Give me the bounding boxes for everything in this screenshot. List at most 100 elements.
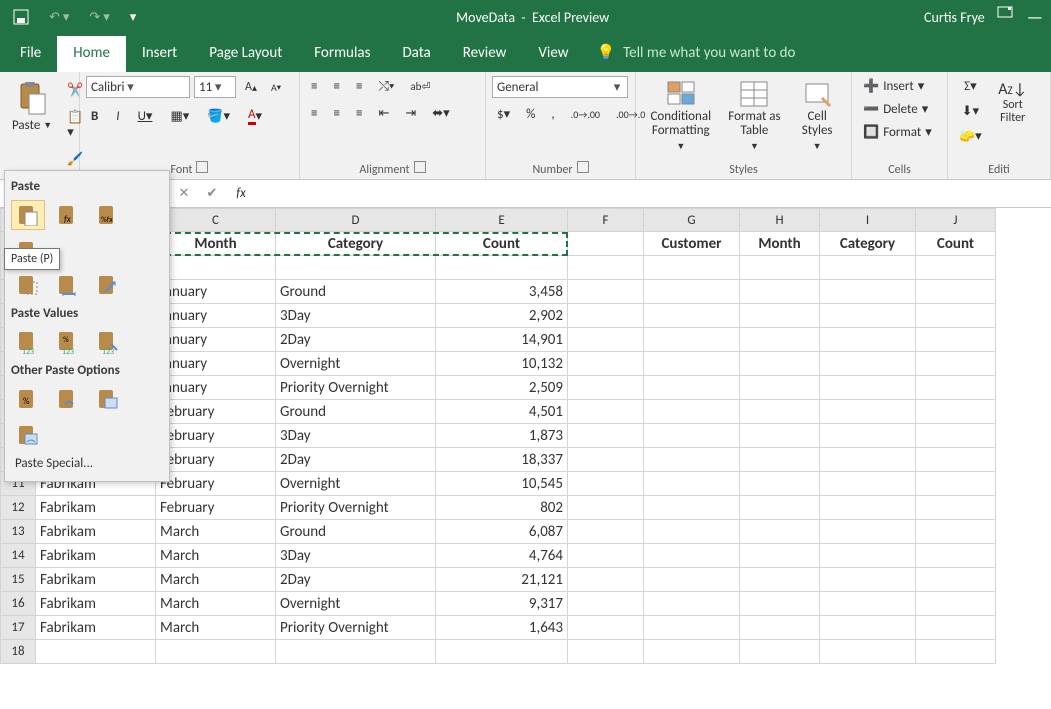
row-header[interactable]: 13	[0, 520, 36, 544]
cell[interactable]	[740, 352, 820, 376]
cell[interactable]: 2Day	[276, 568, 436, 592]
cell[interactable]: Priority Overnight	[276, 616, 436, 640]
cell[interactable]: January	[156, 328, 276, 352]
cell[interactable]: Priority Overnight	[276, 376, 436, 400]
align-left-icon[interactable]: ≡	[306, 103, 322, 124]
align-bottom-icon[interactable]: ≡	[351, 76, 367, 97]
tab-view[interactable]: View	[522, 36, 584, 72]
col-header[interactable]: J	[916, 208, 996, 232]
sort-filter-button[interactable]: AZ↓ Sort Filter	[991, 76, 1035, 128]
cell[interactable]	[568, 304, 644, 328]
paste-opt-values[interactable]: 123	[11, 327, 45, 357]
tab-file[interactable]: File	[4, 36, 57, 72]
cell[interactable]	[568, 232, 644, 256]
undo-icon[interactable]: ↶ ▾	[44, 7, 74, 28]
customize-qat-icon[interactable]: ▾	[125, 7, 142, 28]
cell[interactable]: Ground	[276, 400, 436, 424]
comma-icon[interactable]: ,	[546, 104, 559, 125]
cell[interactable]	[644, 304, 740, 328]
cell[interactable]	[740, 304, 820, 328]
cell[interactable]	[436, 640, 568, 664]
align-center-icon[interactable]: ≡	[328, 103, 344, 124]
merge-center-icon[interactable]: ⬌▾	[427, 103, 454, 124]
cell[interactable]	[820, 352, 916, 376]
col-header[interactable]: I	[820, 208, 916, 232]
cell[interactable]	[644, 352, 740, 376]
paste-opt-values-source-fmt[interactable]: 123	[91, 327, 125, 357]
tab-review[interactable]: Review	[447, 36, 523, 72]
cell[interactable]	[644, 520, 740, 544]
cell[interactable]	[644, 568, 740, 592]
cell[interactable]	[916, 424, 996, 448]
align-middle-icon[interactable]: ≡	[328, 76, 344, 97]
cell[interactable]	[644, 424, 740, 448]
cell[interactable]	[820, 280, 916, 304]
col-header[interactable]: F	[568, 208, 644, 232]
row-header[interactable]: 12	[0, 496, 36, 520]
enter-formula-icon[interactable]: ✔	[198, 180, 226, 207]
cell[interactable]: Customer	[644, 232, 740, 256]
underline-button[interactable]: U ▾	[133, 106, 158, 127]
cell[interactable]: 3Day	[276, 304, 436, 328]
cell[interactable]	[568, 376, 644, 400]
cell[interactable]: Overnight	[276, 592, 436, 616]
ribbon-display-icon[interactable]	[997, 6, 1013, 28]
tab-data[interactable]: Data	[386, 36, 446, 72]
col-header[interactable]: D	[276, 208, 436, 232]
cell[interactable]	[820, 544, 916, 568]
cell[interactable]: March	[156, 592, 276, 616]
cell[interactable]	[568, 592, 644, 616]
paste-opt-values-numfmt[interactable]: %123	[51, 327, 85, 357]
cell[interactable]: 2,509	[436, 376, 568, 400]
cell[interactable]	[568, 520, 644, 544]
cell[interactable]	[644, 256, 740, 280]
cell[interactable]	[644, 400, 740, 424]
cell[interactable]: January	[156, 304, 276, 328]
redo-icon[interactable]: ↷ ▾	[84, 7, 114, 28]
cell[interactable]	[568, 616, 644, 640]
paste-opt-formulas[interactable]: fx	[51, 200, 85, 230]
col-header[interactable]: G	[644, 208, 740, 232]
cell[interactable]	[820, 424, 916, 448]
cell[interactable]	[740, 400, 820, 424]
paste-opt-link[interactable]	[51, 384, 85, 414]
cell[interactable]: Fabrikam	[36, 592, 156, 616]
font-dialog-launcher[interactable]	[196, 161, 208, 173]
cell[interactable]	[156, 640, 276, 664]
cell[interactable]	[568, 568, 644, 592]
number-dialog-launcher[interactable]	[577, 161, 589, 173]
cell[interactable]	[644, 640, 740, 664]
orientation-icon[interactable]: ⤭▾	[373, 76, 399, 97]
font-name-combo[interactable]: Calibri▾	[86, 76, 190, 98]
cell[interactable]	[916, 304, 996, 328]
cell[interactable]	[568, 256, 644, 280]
cell[interactable]	[568, 448, 644, 472]
borders-icon[interactable]: ▦▾	[165, 106, 194, 127]
cell[interactable]: March	[156, 544, 276, 568]
cell[interactable]	[916, 376, 996, 400]
cell[interactable]	[820, 592, 916, 616]
paste-opt-transpose[interactable]	[91, 270, 125, 300]
cell[interactable]: Category	[820, 232, 916, 256]
cell[interactable]	[820, 568, 916, 592]
cell[interactable]: Fabrikam	[36, 520, 156, 544]
tab-home[interactable]: Home	[57, 36, 126, 72]
number-format-combo[interactable]: General▾	[492, 76, 628, 98]
cell[interactable]: March	[156, 568, 276, 592]
align-right-icon[interactable]: ≡	[351, 103, 367, 124]
cancel-formula-icon[interactable]: ✕	[170, 180, 198, 207]
cell[interactable]: February	[156, 448, 276, 472]
cell[interactable]	[740, 592, 820, 616]
cell[interactable]	[276, 256, 436, 280]
cell[interactable]: 10,132	[436, 352, 568, 376]
format-cells-button[interactable]: 🔲Format ▾	[858, 122, 937, 143]
cell[interactable]	[568, 400, 644, 424]
cell[interactable]: Fabrikam	[36, 568, 156, 592]
clear-icon[interactable]: 🧽▾	[954, 126, 987, 147]
cell[interactable]	[916, 496, 996, 520]
cell[interactable]	[644, 496, 740, 520]
cell[interactable]: 2Day	[276, 448, 436, 472]
alignment-dialog-launcher[interactable]	[414, 161, 426, 173]
cell[interactable]	[568, 472, 644, 496]
conditional-formatting-button[interactable]: Conditional Formatting▼	[642, 76, 720, 155]
